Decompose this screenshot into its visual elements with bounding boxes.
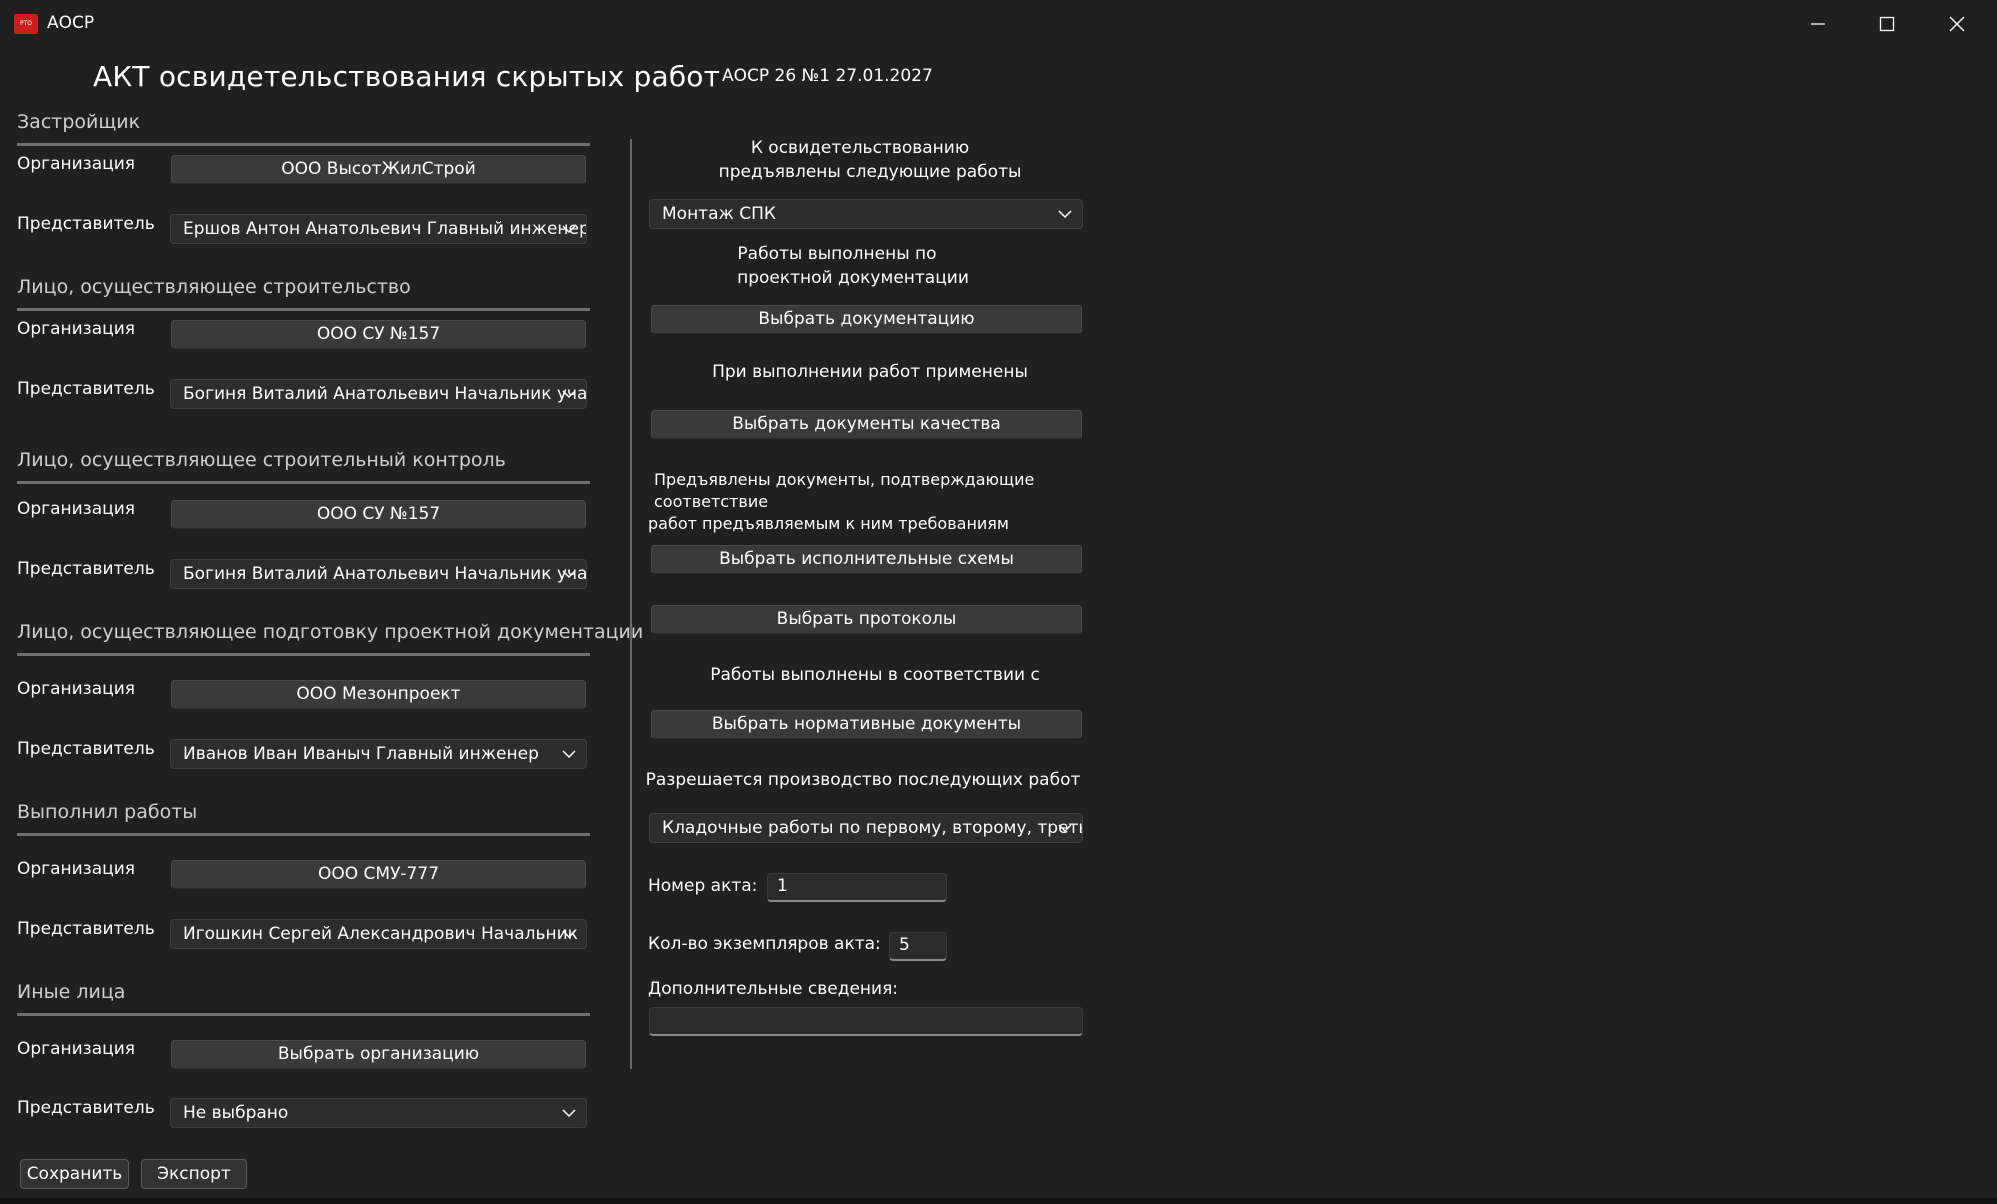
select-value: Богиня Виталий Анатольевич Начальник уча… xyxy=(183,564,587,584)
close-button[interactable] xyxy=(1937,8,1977,40)
builder-organization-button[interactable]: ООО СУ №157 xyxy=(171,320,586,349)
select-value: Богиня Виталий Анатольевич Начальник уча… xyxy=(183,384,587,404)
works-select[interactable]: Монтаж СПК xyxy=(649,199,1083,229)
developer-organization-button[interactable]: ООО ВысотЖилСтрой xyxy=(171,155,586,184)
contractor-organization-button[interactable]: ООО СМУ-777 xyxy=(171,860,586,889)
select-quality-docs-button[interactable]: Выбрать документы качества xyxy=(651,410,1082,439)
title-bar[interactable]: РТО АОСР xyxy=(0,0,1997,48)
representative-label: Представитель xyxy=(17,214,155,234)
designer-organization-button[interactable]: ООО Мезонпроект xyxy=(171,680,586,709)
organization-label: Организация xyxy=(17,499,135,519)
representative-label: Представитель xyxy=(17,559,155,579)
select-value: Кладочные работы по первому, второму, тр… xyxy=(662,818,1082,838)
chevron-down-icon xyxy=(562,390,576,399)
chevron-down-icon xyxy=(562,750,576,759)
section-title-developer: Застройщик xyxy=(17,111,141,133)
chevron-down-icon xyxy=(562,1109,576,1118)
act-number-label: Номер акта: xyxy=(648,876,758,896)
organization-label: Организация xyxy=(17,679,135,699)
main-window: РТО АОСР АКТ освидетельствования скрытых… xyxy=(0,0,1997,1204)
select-schemes-button[interactable]: Выбрать исполнительные схемы xyxy=(651,545,1082,574)
section-divider xyxy=(17,308,590,311)
act-identifier: АОСР 26 №1 27.01.2027 xyxy=(722,66,933,86)
organization-label: Организация xyxy=(17,319,135,339)
select-value: Монтаж СПК xyxy=(662,204,776,224)
builder-representative-select[interactable]: Богиня Виталий Анатольевич Начальник уча… xyxy=(170,379,587,409)
window-title: АОСР xyxy=(47,13,95,33)
section-title-designer: Лицо, осуществляющее подготовку проектно… xyxy=(17,621,644,643)
chevron-down-icon xyxy=(1058,210,1072,219)
select-value: Игошкин Сергей Александрович Начальник xyxy=(183,924,578,944)
select-value: Не выбрано xyxy=(183,1103,289,1123)
representative-label: Представитель xyxy=(17,1098,155,1118)
section-divider xyxy=(17,481,590,484)
select-normative-docs-button[interactable]: Выбрать нормативные документы xyxy=(651,710,1082,739)
developer-representative-select[interactable]: Ершов Антон Анатольевич Главный инженер xyxy=(170,214,587,244)
select-value: Иванов Иван Иваныч Главный инженер xyxy=(183,744,539,764)
norms-label: Работы выполнены в соответствии с xyxy=(710,665,1040,685)
project-docs-label: Работы выполнены по проектной документац… xyxy=(737,244,969,288)
other-representative-select[interactable]: Не выбрано xyxy=(170,1098,587,1128)
app-icon: РТО xyxy=(14,14,38,34)
section-title-other-persons: Иные лица xyxy=(17,981,126,1003)
organization-label: Организация xyxy=(17,154,135,174)
copies-input[interactable]: 5 xyxy=(889,932,947,961)
compliance-docs-label: Предъявлены документы, подтверждающие со… xyxy=(648,470,1035,533)
close-icon xyxy=(1949,16,1965,32)
act-number-input[interactable]: 1 xyxy=(767,873,947,902)
works-label: К освидетельствованию предъявлены следую… xyxy=(718,138,1022,182)
extra-info-input[interactable] xyxy=(649,1007,1083,1036)
chevron-down-icon xyxy=(1058,824,1072,833)
section-title-builder: Лицо, осуществляющее строительство xyxy=(17,276,411,298)
save-button[interactable]: Сохранить xyxy=(20,1159,129,1189)
select-organization-button[interactable]: Выбрать организацию xyxy=(171,1040,586,1069)
section-divider xyxy=(17,143,590,146)
contractor-representative-select[interactable]: Игошкин Сергей Александрович Начальник xyxy=(170,919,587,949)
representative-label: Представитель xyxy=(17,739,155,759)
section-title-contractor: Выполнил работы xyxy=(17,801,198,823)
section-divider xyxy=(17,653,590,656)
chevron-down-icon xyxy=(562,570,576,579)
page-title: АКТ освидетельствования скрытых работ xyxy=(93,60,721,93)
chevron-down-icon xyxy=(562,225,576,234)
section-divider xyxy=(17,833,590,836)
next-works-label: Разрешается производство последующих раб… xyxy=(645,770,1081,790)
organization-label: Организация xyxy=(17,1039,135,1059)
materials-label: При выполнении работ применены xyxy=(712,362,1028,382)
control-representative-select[interactable]: Богиня Виталий Анатольевич Начальник уча… xyxy=(170,559,587,589)
select-value: Ершов Антон Анатольевич Главный инженер xyxy=(183,219,587,239)
next-works-select[interactable]: Кладочные работы по первому, второму, тр… xyxy=(649,813,1083,843)
representative-label: Представитель xyxy=(17,919,155,939)
designer-representative-select[interactable]: Иванов Иван Иваныч Главный инженер xyxy=(170,739,587,769)
section-title-construction-control: Лицо, осуществляющее строительный контро… xyxy=(17,449,506,471)
chevron-down-icon xyxy=(562,930,576,939)
select-protocols-button[interactable]: Выбрать протоколы xyxy=(651,605,1082,634)
maximize-icon xyxy=(1879,16,1895,32)
minimize-button[interactable] xyxy=(1798,8,1838,40)
representative-label: Представитель xyxy=(17,379,155,399)
maximize-button[interactable] xyxy=(1867,8,1907,40)
extra-info-label: Дополнительные сведения: xyxy=(648,979,899,999)
minimize-icon xyxy=(1811,23,1825,25)
organization-label: Организация xyxy=(17,859,135,879)
select-documentation-button[interactable]: Выбрать документацию xyxy=(651,305,1082,334)
control-organization-button[interactable]: ООО СУ №157 xyxy=(171,500,586,529)
background-strip xyxy=(0,1198,1997,1204)
copies-label: Кол-во экземпляров акта: xyxy=(648,934,881,954)
section-divider xyxy=(17,1013,590,1016)
export-button[interactable]: Экспорт xyxy=(141,1159,247,1189)
